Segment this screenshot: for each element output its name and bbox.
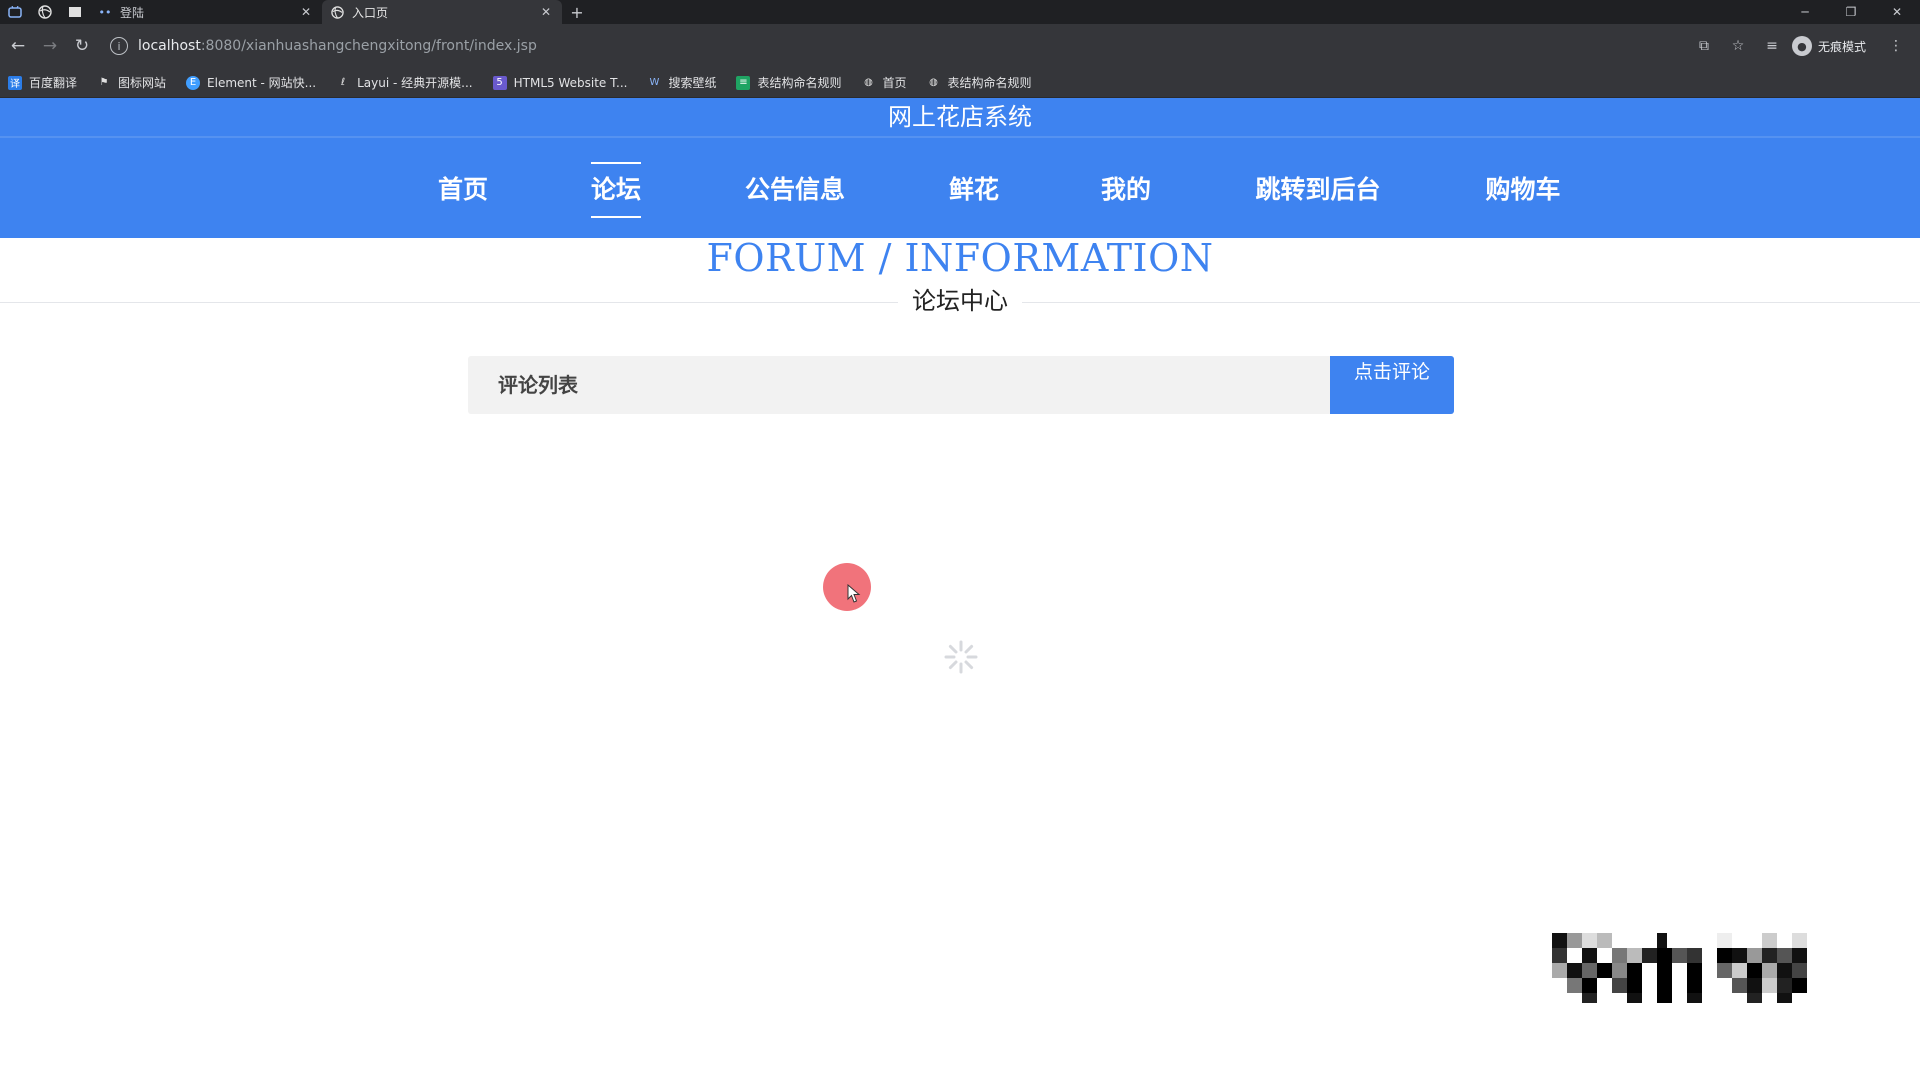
nav-cart[interactable]: 购物车 — [1485, 172, 1560, 208]
tab-search-icon[interactable] — [0, 0, 30, 24]
flag-icon: ⚑ — [99, 77, 109, 88]
toolbar-actions: ⧉ ☆ ≡ ● 无痕模式 ⋮ — [1690, 24, 1910, 68]
tab-favicon-icon: •• — [98, 5, 112, 19]
bookmark-item[interactable]: ≡ 表结构命名规则 — [736, 74, 841, 91]
bookmarks-bar: 译百度翻译 ⚑ 图标网站 E Element - 网站快... ℓ Layui - 经… — [0, 68, 1920, 98]
bookmark-item[interactable]: E Element - 网站快... — [186, 74, 316, 91]
bookmark-label: 表结构命名规则 — [947, 76, 1032, 90]
close-window-icon[interactable]: ✕ — [1874, 0, 1920, 24]
bookmark-label: 搜索壁纸 — [668, 76, 717, 90]
close-tab-icon[interactable]: ✕ — [298, 5, 314, 19]
globe-icon: ◍ — [929, 77, 938, 88]
address-bar[interactable]: i localhost:8080/xianhuashangchengxitong… — [110, 32, 1680, 60]
bookmark-item[interactable]: ℓ Layui - 经典开源模... — [336, 74, 473, 91]
incognito-icon: ● — [1791, 36, 1812, 56]
bookmark-label: 百度翻译 — [29, 76, 78, 90]
reading-list-icon[interactable]: ≡ — [1758, 38, 1786, 54]
forum-title-en: FORUM / INFORMATION — [706, 236, 1214, 280]
nav-forum[interactable]: 论坛 — [590, 162, 642, 218]
browser-toolbar: ← → ↻ i localhost:8080/xianhuashangcheng… — [0, 24, 1920, 68]
globe-icon — [330, 5, 344, 19]
reload-icon[interactable]: ↻ — [66, 30, 98, 62]
bookmark-label: Layui - 经典开源模... — [357, 76, 473, 90]
browser-tab-strip: •• 登陆 ✕ 入口页 ✕ + ─ ❐ ✕ — [0, 0, 1920, 24]
bookmark-item[interactable]: 5 HTML5 Website T... — [492, 75, 628, 90]
bookmark-label: 首页 — [882, 76, 907, 90]
bookmark-star-icon[interactable]: ☆ — [1724, 38, 1752, 54]
pinned-tab-globe-icon[interactable] — [30, 0, 60, 24]
url-path: :8080/xianhuashangchengxitong/front/inde… — [200, 38, 537, 54]
add-comment-button[interactable]: 点击评论 — [1330, 356, 1454, 414]
bookmark-label: 图标网站 — [118, 76, 167, 90]
site-title: 网上花店系统 — [888, 103, 1032, 131]
bookmark-label: Element - 网站快... — [207, 76, 317, 90]
site-info-icon[interactable]: i — [110, 37, 128, 55]
menu-kebab-icon[interactable]: ⋮ — [1882, 38, 1910, 54]
wallpaper-icon: W — [649, 77, 660, 88]
url-host: localhost — [138, 38, 201, 54]
browser-tab-entry[interactable]: 入口页 ✕ — [322, 0, 562, 24]
tab-label: 入口页 — [352, 5, 389, 20]
bookmark-label: HTML5 Website T... — [513, 75, 628, 90]
tab-label: 登陆 — [120, 5, 145, 20]
loading-spinner-icon — [944, 640, 978, 674]
minimize-icon[interactable]: ─ — [1782, 0, 1828, 24]
html5-icon: 5 — [492, 75, 507, 90]
comment-list-label: 评论列表 — [498, 373, 578, 397]
back-icon[interactable]: ← — [2, 30, 34, 62]
forum-title-cn: 论坛中心 — [898, 284, 1022, 318]
new-tab-button[interactable]: + — [562, 3, 592, 22]
header-divider — [0, 136, 1920, 138]
site-header: 网上花店系统 首页 论坛 公告信息 鲜花 我的 跳转到后台 购物车 — [0, 98, 1920, 238]
sheet-icon: ≡ — [736, 75, 751, 90]
close-tab-icon[interactable]: ✕ — [538, 5, 554, 19]
element-icon: E — [186, 75, 201, 90]
pixelated-watermark — [1552, 933, 1807, 1003]
incognito-label: 无痕模式 — [1817, 39, 1866, 54]
bookmark-label: 表结构命名规则 — [757, 76, 842, 90]
comment-list-bar: 评论列表 点击评论 — [468, 356, 1454, 414]
bookmark-item[interactable]: 译百度翻译 — [8, 74, 77, 91]
main-nav: 首页 论坛 公告信息 鲜花 我的 跳转到后台 购物车 — [0, 162, 1920, 222]
baidu-translate-icon: 译 — [8, 75, 22, 90]
layui-icon: ℓ — [341, 77, 346, 88]
bookmark-item[interactable]: ◍ 首页 — [861, 74, 906, 91]
nav-flowers[interactable]: 鲜花 — [949, 172, 999, 208]
nav-mine[interactable]: 我的 — [1101, 172, 1151, 208]
nav-home[interactable]: 首页 — [438, 172, 488, 208]
incognito-indicator[interactable]: ● 无痕模式 — [1791, 36, 1866, 56]
mouse-pointer-icon — [847, 584, 861, 603]
restore-icon[interactable]: ❐ — [1828, 0, 1874, 24]
pinned-tab-page-icon[interactable] — [60, 0, 90, 24]
translate-icon[interactable]: ⧉ — [1690, 38, 1718, 54]
bookmark-item[interactable]: ⚑ 图标网站 — [97, 74, 167, 91]
nav-admin[interactable]: 跳转到后台 — [1255, 172, 1380, 208]
forward-icon[interactable]: → — [34, 30, 66, 62]
bookmark-item[interactable]: ◍ 表结构命名规则 — [927, 74, 1032, 91]
globe-icon: ◍ — [864, 77, 873, 88]
window-controls: ─ ❐ ✕ — [1782, 0, 1920, 24]
nav-announcements[interactable]: 公告信息 — [745, 172, 845, 208]
browser-tab-login[interactable]: •• 登陆 ✕ — [90, 0, 322, 24]
bookmark-item[interactable]: W 搜索壁纸 — [647, 74, 717, 91]
